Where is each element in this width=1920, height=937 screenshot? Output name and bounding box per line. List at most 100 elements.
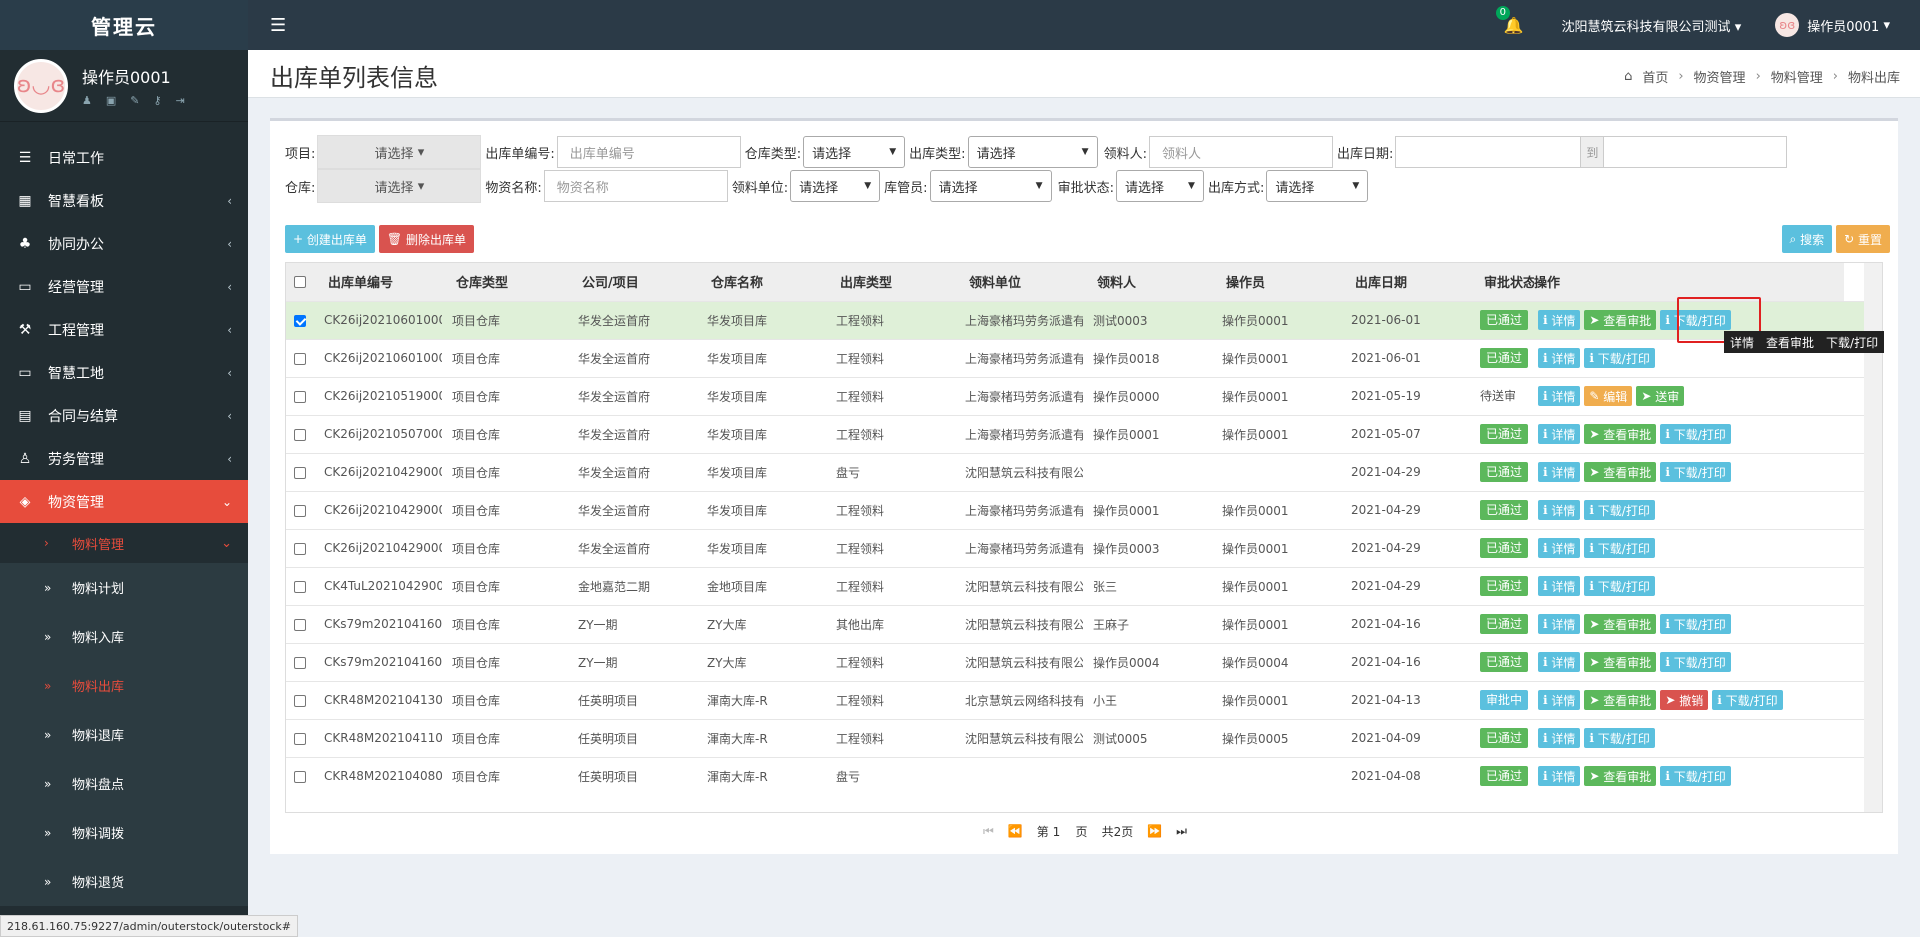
- row-checkbox[interactable]: [294, 656, 306, 669]
- sidebar-item-labor[interactable]: ♙ 劳务管理 ‹: [0, 437, 248, 480]
- sidebar-item-smart-site[interactable]: ▭ 智慧工地 ‹: [0, 351, 248, 394]
- download-print-button[interactable]: ℹ 下载/打印: [1660, 424, 1731, 444]
- sidebar-subitem-return[interactable]: » 物料退库: [0, 710, 248, 759]
- row-checkbox[interactable]: [294, 580, 306, 593]
- create-outbound-button[interactable]: + 创建出库单: [285, 225, 375, 253]
- date-end-input[interactable]: [1603, 136, 1788, 168]
- date-start-input[interactable]: [1395, 136, 1582, 168]
- col-header[interactable]: 出库单编号: [314, 263, 442, 301]
- sidebar-item-contract[interactable]: ▤ 合同与结算 ‹: [0, 394, 248, 437]
- hamburger-menu-icon[interactable]: ☰: [270, 15, 286, 36]
- delete-outbound-button[interactable]: 🗑 删除出库单: [378, 225, 474, 253]
- last-page-icon[interactable]: ⏭: [1176, 824, 1187, 839]
- download-print-button[interactable]: ℹ 下载/打印: [1712, 690, 1783, 710]
- download-print-button[interactable]: ℹ 下载/打印: [1660, 766, 1731, 787]
- sidebar-subitem-inventory[interactable]: » 物料盘点: [0, 759, 248, 808]
- table-row[interactable]: CK4TuL202104290001 项目仓库 金地嘉范二期 金地项目库 工程领料 沈阳慧…: [286, 567, 1864, 605]
- company-selector[interactable]: 沈阳慧筑云科技有限公司测试 ▾: [1562, 16, 1742, 35]
- edit-button[interactable]: ✎ 编辑: [1584, 386, 1633, 406]
- row-checkbox[interactable]: [294, 390, 306, 403]
- row-checkbox[interactable]: [294, 732, 306, 745]
- view-approval-button[interactable]: ➤ 查看审批: [1584, 424, 1657, 444]
- submit-button[interactable]: ➤ 送审: [1636, 386, 1685, 406]
- order-no-input[interactable]: 出库单编号: [556, 136, 741, 168]
- next-page-icon[interactable]: ⏩: [1147, 824, 1162, 838]
- download-print-button[interactable]: ℹ 下载/打印: [1584, 500, 1655, 520]
- table-row[interactable]: CKs79m202104160002 项目仓库 ZY一期 ZY大库 其他出库 沈阳慧筑云科…: [286, 605, 1864, 643]
- col-header[interactable]: 审批状态: [1470, 263, 1534, 301]
- row-checkbox[interactable]: [294, 466, 306, 479]
- first-page-icon[interactable]: ⏮: [983, 824, 994, 839]
- table-row[interactable]: CK26ij202104290001 项目仓库 华发全运首府 华发项目库 工程领料 上海豪…: [286, 529, 1864, 567]
- select-all-checkbox[interactable]: [294, 275, 306, 288]
- sidebar-subitem-material-mgmt[interactable]: › 物料管理 ⌄: [0, 523, 248, 563]
- col-header[interactable]: 仓库名称: [697, 263, 826, 301]
- col-header[interactable]: 领料人: [1083, 263, 1212, 301]
- reset-button[interactable]: ↻ 重置: [1836, 225, 1890, 253]
- sidebar-subitem-inbound[interactable]: » 物料入库: [0, 612, 248, 661]
- out-method-select[interactable]: 请选择 ▼: [1266, 170, 1369, 202]
- table-row[interactable]: CKs79m202104160001 项目仓库 ZY一期 ZY大库 工程领料 沈阳慧筑云科…: [286, 643, 1864, 681]
- col-header[interactable]: 出库日期: [1341, 263, 1470, 301]
- col-header[interactable]: 公司/项目: [568, 263, 697, 301]
- sidebar-subitem-refund[interactable]: » 物料退货: [0, 857, 248, 906]
- sidebar-subitem-outbound[interactable]: » 物料出库: [0, 661, 248, 710]
- row-checkbox[interactable]: [294, 428, 306, 441]
- col-header[interactable]: 出库类型: [826, 263, 955, 301]
- download-print-button[interactable]: ℹ 下载/打印: [1660, 614, 1731, 634]
- table-row[interactable]: CK26ij202104290003 项目仓库 华发全运首府 华发项目库 盘亏 沈阳慧筑云…: [286, 453, 1864, 491]
- sidebar-item-daily-work[interactable]: ☰ 日常工作: [0, 136, 248, 179]
- detail-button[interactable]: ℹ 详情: [1538, 614, 1581, 634]
- detail-button[interactable]: ℹ 详情: [1538, 386, 1581, 406]
- download-print-button[interactable]: ℹ 下载/打印: [1660, 462, 1731, 482]
- sidebar-subitem-transfer[interactable]: » 物料调拨: [0, 808, 248, 857]
- sidebar-item-business[interactable]: ▭ 经营管理 ‹: [0, 265, 248, 308]
- table-row[interactable]: CK26ij202104290002 项目仓库 华发全运首府 华发项目库 工程领料 上海豪…: [286, 491, 1864, 529]
- warehouse-picker[interactable]: 请选择 ▾: [317, 169, 482, 203]
- warehouse-type-select[interactable]: 请选择 ▼: [803, 136, 906, 168]
- table-row[interactable]: CKR48M202104110001 项目仓库 任英明项目 渾南大库-R 工程领料 沈阳慧…: [286, 719, 1864, 757]
- logout-icon[interactable]: ⇥: [176, 94, 185, 107]
- approval-status-select[interactable]: 请选择 ▼: [1115, 170, 1204, 202]
- download-print-button[interactable]: ℹ 下载/打印: [1584, 348, 1655, 368]
- view-approval-button[interactable]: ➤ 查看审批: [1584, 766, 1657, 787]
- row-checkbox[interactable]: [294, 504, 306, 517]
- id-card-icon[interactable]: ▣: [106, 94, 116, 107]
- receiver-input[interactable]: 领料人: [1148, 136, 1333, 168]
- avatar[interactable]: ʚ◡ɞ: [14, 58, 68, 113]
- download-print-button[interactable]: ℹ 下载/打印: [1584, 576, 1655, 596]
- detail-button[interactable]: ℹ 详情: [1538, 424, 1581, 444]
- breadcrumb-materials[interactable]: 物资管理: [1694, 67, 1746, 86]
- view-approval-button[interactable]: ➤ 查看审批: [1584, 690, 1657, 710]
- out-type-select[interactable]: 请选择 ▼: [967, 136, 1098, 168]
- brand-logo[interactable]: 管理云: [0, 0, 248, 50]
- bell-icon[interactable]: 🔔 0: [1495, 5, 1524, 35]
- search-button[interactable]: ⌕ 搜索: [1781, 225, 1833, 253]
- table-row[interactable]: CK26ij202105070001 项目仓库 华发全运首府 华发项目库 工程领料 上海豪…: [286, 415, 1864, 453]
- download-print-button[interactable]: ℹ 下载/打印: [1660, 652, 1731, 672]
- row-checkbox[interactable]: [294, 314, 306, 327]
- col-header[interactable]: 操作员: [1212, 263, 1341, 301]
- detail-button[interactable]: ℹ 详情: [1538, 462, 1581, 482]
- profile-icon[interactable]: ♟: [82, 94, 92, 107]
- key-icon[interactable]: ⚷: [154, 94, 162, 107]
- col-header[interactable]: 仓库类型: [442, 263, 568, 301]
- row-checkbox[interactable]: [294, 542, 306, 555]
- sidebar-item-office[interactable]: ♣ 协同办公 ‹: [0, 222, 248, 265]
- detail-button[interactable]: ℹ 详情: [1538, 348, 1581, 368]
- detail-button[interactable]: ℹ 详情: [1538, 576, 1581, 596]
- detail-button[interactable]: ℹ 详情: [1538, 766, 1581, 787]
- detail-button[interactable]: ℹ 详情: [1538, 690, 1581, 710]
- table-row[interactable]: CK26ij202106010002 项目仓库 华发全运首府 华发项目库 工程领料 上海豪…: [286, 301, 1864, 339]
- material-name-input[interactable]: 物资名称: [543, 170, 728, 202]
- row-checkbox[interactable]: [294, 694, 306, 707]
- breadcrumb-material-mgmt[interactable]: 物料管理: [1771, 67, 1823, 86]
- view-approval-button[interactable]: ➤ 查看审批: [1584, 310, 1657, 330]
- unit-select[interactable]: 请选择 ▼: [790, 170, 881, 202]
- download-print-button[interactable]: ℹ 下载/打印: [1584, 538, 1655, 558]
- detail-button[interactable]: ℹ 详情: [1538, 538, 1581, 558]
- keeper-select[interactable]: 请选择 ▼: [929, 170, 1052, 202]
- sidebar-item-materials[interactable]: ◈ 物资管理 ⌄: [0, 480, 248, 523]
- view-approval-button[interactable]: ➤ 查看审批: [1584, 462, 1657, 482]
- prev-page-icon[interactable]: ⏪: [1008, 824, 1023, 838]
